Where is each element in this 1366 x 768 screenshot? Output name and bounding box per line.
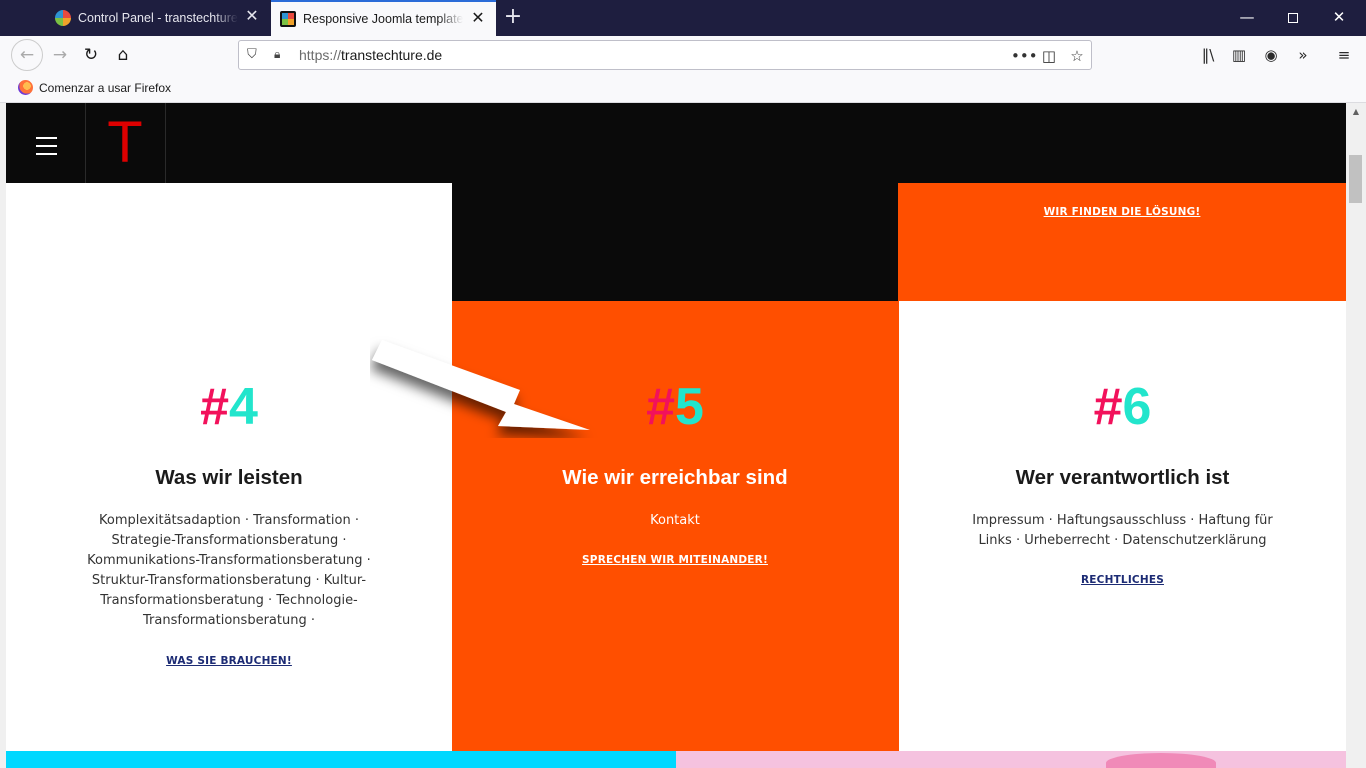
- tab-title: Control Panel - transtechture.de: [78, 11, 238, 25]
- tracking-shield-icon[interactable]: ⛉: [247, 47, 261, 63]
- navigation-toolbar: ← → ↻ ⌂ ⛉ 🔒︎ https://transtechture.de ••…: [0, 36, 1366, 74]
- url-text[interactable]: https://transtechture.de: [299, 47, 442, 63]
- minimize-icon[interactable]: —: [1224, 0, 1270, 36]
- tab-control-panel[interactable]: Control Panel - transtechture.de ✕: [46, 0, 270, 36]
- lock-icon[interactable]: 🔒︎: [274, 47, 286, 63]
- firefox-logo-icon: [18, 80, 33, 95]
- pocket-icon[interactable]: ◫: [1039, 46, 1059, 66]
- section-description: Komplexitätsadaption · Transformation · …: [87, 513, 371, 628]
- joomla-favicon-icon: [55, 10, 71, 26]
- tab-close-icon[interactable]: ✕: [470, 11, 486, 27]
- orange-block-top: [898, 183, 1346, 301]
- site-menu-icon[interactable]: [6, 103, 86, 183]
- page-actions-icon[interactable]: •••: [1011, 46, 1038, 66]
- scroll-up-arrow-icon[interactable]: ▲: [1346, 103, 1366, 120]
- sidebar-icon[interactable]: ▥: [1227, 43, 1251, 67]
- site-header: T: [6, 103, 1346, 183]
- tab-close-icon[interactable]: ✕: [244, 9, 260, 25]
- account-icon[interactable]: ◉: [1259, 43, 1283, 67]
- section-heading: Was wir leisten: [155, 466, 303, 489]
- bottom-strip-pink: [676, 751, 1346, 768]
- annotation-arrow-icon: [372, 340, 590, 430]
- section-heading: Wie wir erreichbar sind: [562, 466, 788, 489]
- section-heading: Wer verantwortlich ist: [1015, 466, 1230, 489]
- tab-title: Responsive Joomla template fo: [303, 12, 463, 26]
- back-arrow-icon[interactable]: ←: [11, 39, 43, 71]
- overflow-chevron-icon[interactable]: »: [1291, 43, 1315, 67]
- maximize-icon[interactable]: [1270, 0, 1316, 36]
- site-logo[interactable]: T: [86, 103, 166, 183]
- joomla-favicon-icon: [280, 11, 296, 27]
- tab-joomla-template[interactable]: Responsive Joomla template fo ✕: [271, 0, 496, 36]
- cta-link-rechtliches[interactable]: RECHTLICHES: [899, 574, 1346, 586]
- logo-letter: T: [107, 110, 143, 175]
- bookmark-star-icon[interactable]: ☆: [1067, 46, 1087, 66]
- title-bar: Control Panel - transtechture.de ✕ Respo…: [0, 0, 1366, 36]
- window-close-icon[interactable]: ✕: [1316, 0, 1362, 36]
- address-bar[interactable]: ⛉ 🔒︎ https://transtechture.de ••• ◫ ☆: [238, 40, 1092, 70]
- bookmarks-toolbar: Comenzar a usar Firefox: [0, 74, 1366, 103]
- black-block: [452, 183, 898, 301]
- home-icon[interactable]: ⌂: [108, 40, 138, 70]
- cta-link-sprechen-wir[interactable]: SPRECHEN WIR MITEINANDER!: [452, 554, 898, 566]
- section-description: Impressum · Haftungsausschluss · Haftung…: [972, 513, 1273, 548]
- cta-link-wir-finden[interactable]: WIR FINDEN DIE LÖSUNG!: [898, 206, 1346, 218]
- section-number: #6: [1093, 378, 1152, 436]
- bookmark-label: Comenzar a usar Firefox: [39, 80, 172, 95]
- cta-link-was-sie-brauchen[interactable]: WAS SIE BRAUCHEN!: [6, 655, 452, 667]
- bottom-strip-cyan: [6, 751, 676, 768]
- page-viewport: T WIR FINDEN DIE LÖSUNG! #4 Was wir leis…: [6, 103, 1346, 768]
- bookmark-getting-started[interactable]: Comenzar a usar Firefox: [18, 80, 171, 95]
- scrollbar-thumb[interactable]: [1349, 155, 1362, 203]
- forward-arrow-icon[interactable]: →: [45, 40, 75, 70]
- vertical-scrollbar[interactable]: ▲: [1346, 103, 1366, 768]
- decorative-image-edge: [1106, 753, 1216, 768]
- reload-icon[interactable]: ↻: [76, 40, 106, 70]
- library-icon[interactable]: ‖\: [1196, 43, 1220, 67]
- section-description: Kontakt: [650, 513, 700, 528]
- hamburger-menu-icon[interactable]: ≡: [1332, 43, 1356, 67]
- new-tab-button[interactable]: +: [502, 6, 524, 28]
